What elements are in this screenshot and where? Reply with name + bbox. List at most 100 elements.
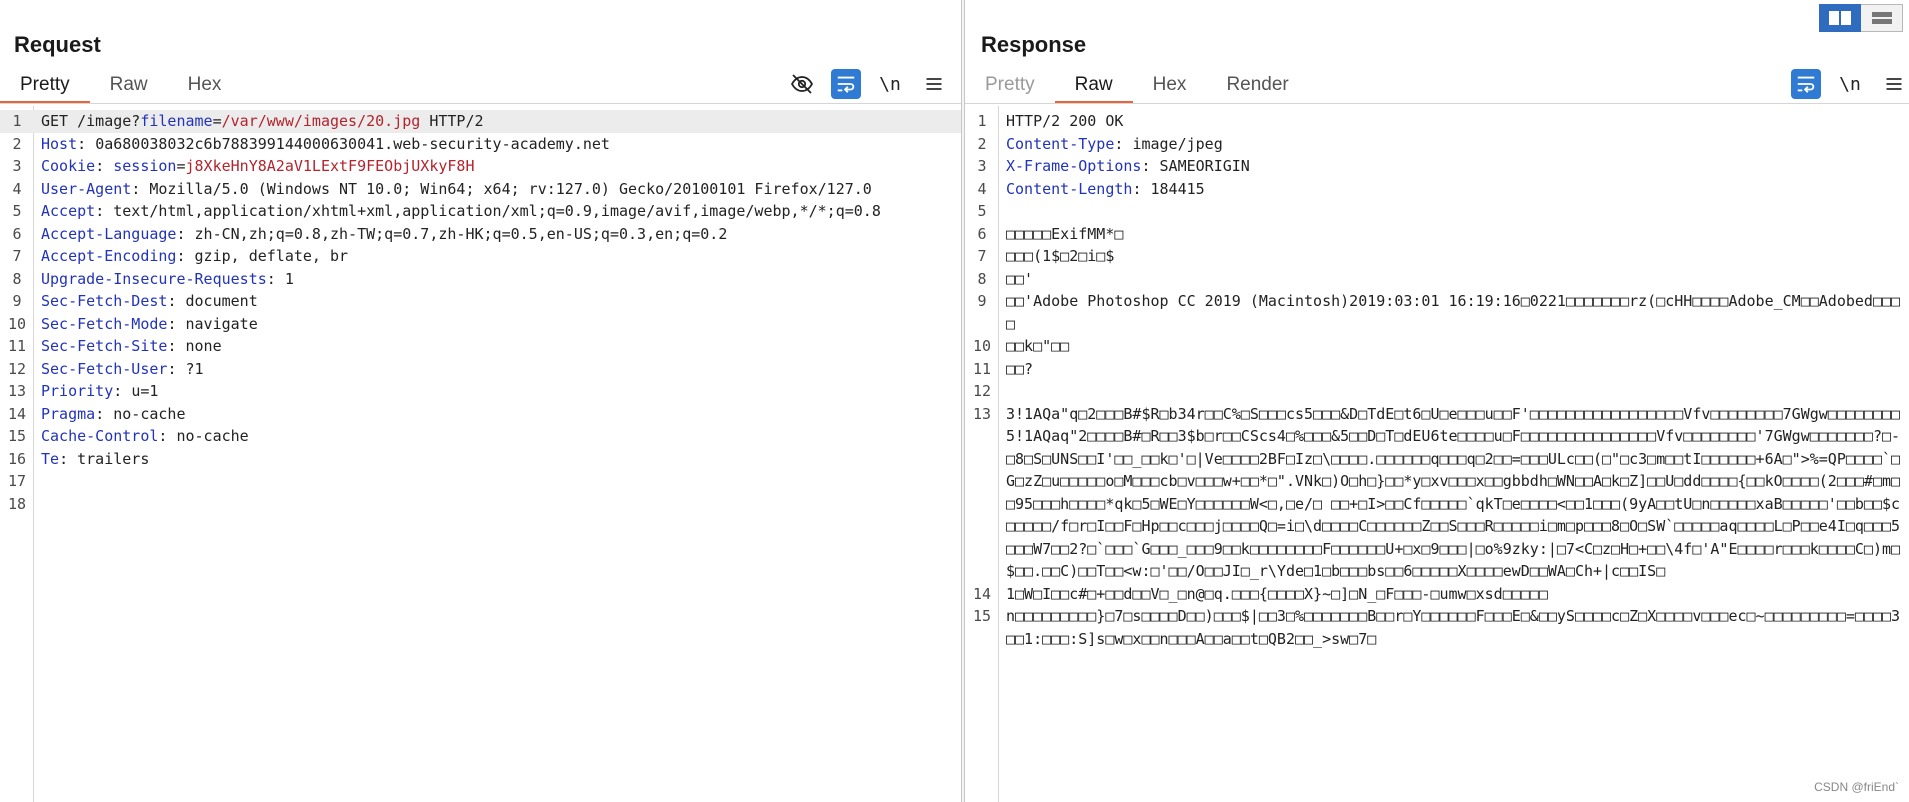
header-sep: : — [77, 134, 96, 153]
header-value: SAMEORIGIN — [1159, 157, 1250, 175]
menu-icon[interactable] — [919, 69, 949, 99]
header-value: text/html,application/xhtml+xml,applicat… — [113, 202, 881, 220]
header-line: Sec-Fetch-User: ?1 — [34, 358, 204, 381]
line-number: 4 — [12, 179, 22, 198]
header-sep: : — [113, 382, 132, 400]
request-toolbar: \n — [773, 68, 949, 100]
line-number: 1 — [977, 112, 987, 130]
header-key: Content-Length — [1006, 179, 1133, 198]
hide-eye-icon[interactable] — [787, 69, 817, 99]
request-editor[interactable]: 1 GET /image?filename=/var/www/images/20… — [0, 106, 961, 802]
newline-toggle[interactable]: \n — [875, 69, 905, 99]
header-sep: : — [95, 404, 114, 423]
header-key: Accept-Encoding — [41, 247, 177, 265]
request-line: 9 Sec-Fetch-Dest: document — [0, 290, 961, 313]
header-line: Te: trailers — [34, 448, 149, 471]
response-tab-render[interactable]: Render — [1206, 68, 1308, 104]
header-value: trailers — [77, 449, 150, 468]
header-line: Pragma: no-cache — [34, 403, 186, 426]
request-line: 17 — [0, 470, 961, 493]
response-toolbar: \n — [1777, 68, 1909, 100]
header-line: Accept-Encoding: gzip, deflate, br — [34, 245, 348, 268]
header-key: Cache-Control — [41, 427, 159, 445]
word-wrap-icon[interactable] — [1791, 69, 1821, 99]
request-line: 12 Sec-Fetch-User: ?1 — [0, 358, 961, 381]
request-line: 3 Cookie: session=j8XkeHnY8A2aV1LExtF9FEO… — [0, 155, 961, 178]
header-sep: : — [1114, 134, 1133, 153]
header-key: Sec-Fetch-Dest — [41, 292, 168, 310]
header-value: no-cache — [176, 427, 249, 445]
line-number: 17 — [7, 472, 27, 490]
header-line: Cache-Control: no-cache — [34, 425, 249, 448]
word-wrap-icon[interactable] — [831, 69, 861, 99]
header-key: Sec-Fetch-Site — [41, 337, 168, 355]
body-text: 3!1AQa"q□2□□□B#$R□b34r□□C%□S□□□cs5□□□&D□… — [1006, 404, 1901, 581]
response-editor[interactable]: 1 HTTP/2 200 OK 2 Content-Type: image/jpe… — [965, 106, 1909, 802]
header-line: Accept-Language: zh-CN,zh;q=0.8,zh-TW;q=… — [34, 223, 727, 246]
line-number: 11 — [7, 337, 27, 355]
header-sep: : — [1141, 157, 1160, 175]
header-key: Host — [41, 134, 78, 153]
status-line: HTTP/2 200 OK — [1006, 112, 1124, 130]
header-sep: : — [95, 157, 114, 175]
watermark: CSDN @friEnd` — [1814, 780, 1899, 794]
line-number: 15 — [7, 427, 27, 445]
line-number: 2 — [12, 134, 22, 153]
header-key: X-Frame-Options — [1006, 157, 1142, 175]
request-line: 14 Pragma: no-cache — [0, 403, 961, 426]
header-value: u=1 — [131, 382, 159, 400]
body-text: n□□□□□□□□□}□7□s□□□□D□□)□□□$|□□3□%□□□□□□□… — [1006, 607, 1901, 648]
header-value: 0a680038032c6b788399144000630041.web-sec… — [95, 134, 610, 153]
request-line: 8 Upgrade-Insecure-Requests: 1 — [0, 268, 961, 291]
header-value: navigate — [185, 314, 258, 333]
line-number: 3 — [12, 157, 22, 175]
request-lines: 1 GET /image?filename=/var/www/images/20… — [0, 110, 961, 515]
header-line: User-Agent: Mozilla/5.0 (Windows NT 10.0… — [34, 178, 872, 201]
body-text: □□' — [1006, 269, 1034, 288]
line-number: 7 — [12, 247, 22, 265]
request-tab-raw[interactable]: Raw — [90, 68, 168, 104]
header-line: Sec-Fetch-Dest: document — [34, 290, 258, 313]
line-number: 6 — [12, 224, 22, 243]
header-key: Te — [41, 449, 60, 468]
line-number: 16 — [7, 449, 27, 468]
header-sep: : — [167, 359, 186, 378]
header-line: Content-Length: 184415 — [999, 178, 1904, 201]
header-line: Sec-Fetch-Site: none — [34, 335, 222, 358]
line-number: 15 — [972, 607, 992, 625]
request-line: 7 Accept-Encoding: gzip, deflate, br — [0, 245, 961, 268]
response-tab-raw[interactable]: Raw — [1054, 68, 1133, 104]
line-number: 5 — [12, 202, 22, 220]
newline-toggle[interactable]: \n — [1835, 69, 1865, 99]
param-eq: = — [212, 112, 222, 130]
header-sep: : — [176, 224, 195, 243]
line-number: 10 — [7, 314, 27, 333]
header-key: Priority — [41, 382, 114, 400]
line-number: 4 — [977, 179, 987, 198]
line-number: 1 — [12, 112, 22, 130]
response-line: 3 X-Frame-Options: SAMEORIGIN — [965, 155, 1909, 178]
response-tab-hex[interactable]: Hex — [1133, 68, 1207, 104]
request-tab-pretty[interactable]: Pretty — [0, 68, 90, 104]
side-by-side-view-icon[interactable] — [1819, 4, 1861, 32]
header-value: document — [185, 292, 258, 310]
menu-icon[interactable] — [1879, 69, 1909, 99]
stacked-view-icon[interactable] — [1861, 4, 1903, 32]
response-line: 1 HTTP/2 200 OK — [965, 110, 1909, 133]
empty-line — [34, 493, 50, 516]
response-body-line: 5 — [965, 200, 1909, 223]
header-value: Mozilla/5.0 (Windows NT 10.0; Win64; x64… — [149, 179, 872, 198]
line-number: 9 — [12, 292, 22, 310]
header-key: Accept-Language — [41, 224, 177, 243]
request-line: 1 GET /image?filename=/var/www/images/20… — [0, 110, 961, 133]
response-lines: 1 HTTP/2 200 OK 2 Content-Type: image/jpe… — [965, 110, 1909, 650]
request-tab-hex[interactable]: Hex — [168, 68, 242, 104]
response-tab-pretty[interactable]: Pretty — [965, 68, 1055, 104]
header-line: Accept: text/html,application/xhtml+xml,… — [34, 200, 881, 223]
body-text: □□□□□ExifMM*□ — [1006, 224, 1124, 243]
response-body-line: 6 □□□□□ExifMM*□ — [965, 223, 1909, 246]
response-body-line: 7 □□□(1$□2□i□$ — [965, 245, 1909, 268]
param-value: /var/www/images/20.jpg — [221, 112, 421, 130]
header-line: Upgrade-Insecure-Requests: 1 — [34, 268, 294, 291]
response-line: 4 Content-Length: 184415 — [965, 178, 1909, 201]
